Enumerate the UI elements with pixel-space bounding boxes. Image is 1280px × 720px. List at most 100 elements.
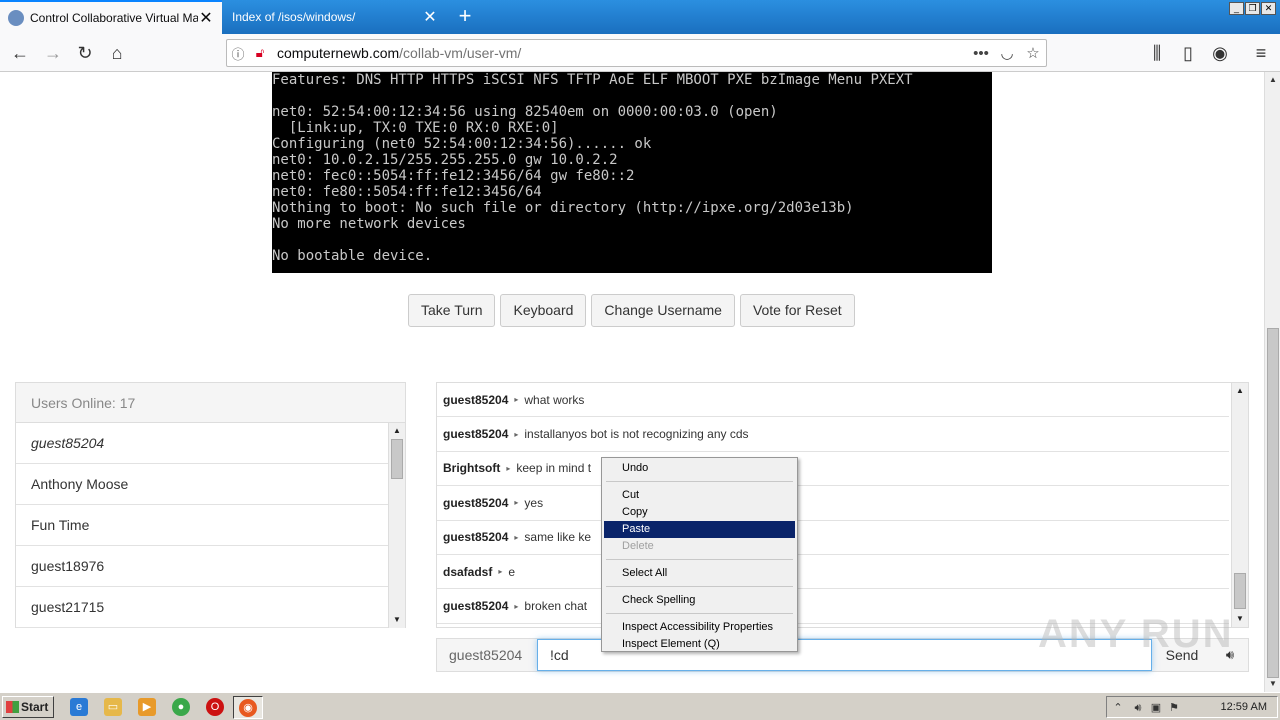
vm-screen[interactable]: http://ipxe.orgFeatures: DNS HTTP HTTPS … [272,72,992,273]
scroll-down-icon[interactable]: ▼ [389,612,405,628]
users-online-header: Users Online: 17 [16,383,405,423]
user-list-item[interactable]: Anthony Moose [16,464,390,505]
arrow-icon: ▸ [506,463,511,473]
chat-nick: guest85204 [443,495,509,510]
chat-text: broken chat [524,599,588,614]
scroll-up-icon[interactable]: ▲ [1265,72,1280,88]
account-icon[interactable]: ◉ [1207,41,1233,65]
page-actions-icon[interactable]: ••• [968,45,994,62]
folder-icon[interactable]: ▭ [104,698,122,716]
users-scrollbar[interactable]: ▲ ▼ [388,423,405,628]
page-scrollbar[interactable]: ▲ ▼ [1264,72,1280,692]
terminal-line: net0: fe80::5054:ff:fe12:3456/64 [272,184,542,200]
library-icon[interactable]: ⫼ [1144,41,1170,65]
menu-item-copy[interactable]: Copy [604,504,795,521]
close-icon[interactable]: ✕ [198,8,214,28]
change-username-button[interactable]: Change Username [591,294,735,327]
globe-icon [8,10,24,26]
url-text[interactable]: computernewb.com/collab-vm/user-vm/ [271,45,968,61]
url-bar[interactable]: ⓘ 🔓︎ computernewb.com/collab-vm/user-vm/… [226,39,1047,67]
chat-message: guest85204 ▸ what works [437,383,1229,418]
taskbar: Start e ▭ ▶ ● O ◉ ⌃ 🔊︎ ▣ ⚑ 12:59 AM [0,692,1280,720]
opera-icon[interactable]: O [206,698,224,716]
arrow-icon: ▸ [514,395,519,405]
menu-icon[interactable]: ≡ [1248,41,1274,65]
chat-text: e [508,564,516,579]
speaker-icon[interactable]: 🔊︎ [1131,701,1145,715]
terminal-line: Features: DNS HTTP HTTPS iSCSI NFS TFTP … [272,72,913,88]
chat-text: same like ke [524,530,592,545]
start-label: Start [21,700,49,714]
scroll-down-icon[interactable]: ▼ [1265,676,1280,692]
vote-reset-button[interactable]: Vote for Reset [739,294,855,327]
insecure-lock-icon[interactable]: 🔓︎ [249,45,271,61]
info-icon[interactable]: ⓘ [227,44,249,63]
take-turn-button[interactable]: Take Turn [408,294,496,327]
chat-text: yes [524,495,544,510]
scroll-up-icon[interactable]: ▲ [389,423,405,439]
menu-item-cut[interactable]: Cut [604,487,795,504]
tab-title: Control Collaborative Virtual Machi [30,11,198,25]
tab-strip: Control Collaborative Virtual Machi ✕ In… [0,0,1280,34]
chat-message: Brightsoft ▸ keep in mind t [437,452,1229,487]
start-button[interactable]: Start [2,696,54,718]
menu-item-select-all[interactable]: Select All [604,565,795,582]
menu-divider [606,559,793,560]
arrow-icon: ▸ [514,601,519,611]
new-tab-button[interactable]: + [452,4,478,30]
keyboard-button[interactable]: Keyboard [500,294,587,327]
scroll-thumb[interactable] [1267,328,1279,678]
terminal-line: No more network devices [272,216,466,232]
chat-scrollbar[interactable]: ▲ ▼ [1231,383,1248,627]
chat-nick: dsafadsf [443,564,493,579]
scroll-thumb[interactable] [1234,573,1246,609]
minimize-button[interactable]: _ [1229,2,1244,15]
close-icon[interactable]: ✕ [422,7,438,27]
bookmark-star-icon[interactable]: ☆ [1020,44,1046,62]
menu-item-paste[interactable]: Paste [604,521,795,538]
menu-item-check-spelling[interactable]: Check Spelling [604,592,795,609]
home-button[interactable]: ⌂ [104,41,130,65]
chat-username-label: guest85204 [449,647,523,663]
menu-item-inspect-accessibility[interactable]: Inspect Accessibility Properties [604,619,795,636]
scroll-down-icon[interactable]: ▼ [1232,611,1248,627]
chat-nick: guest85204 [443,530,509,545]
menu-item-delete: Delete [622,540,654,552]
terminal-line: net0: 52:54:00:12:34:56 using 82540em on… [272,104,778,120]
network-icon[interactable]: ▣ [1149,701,1163,715]
menu-item-undo[interactable]: Undo [604,460,795,477]
user-list-item[interactable]: guest85204 [16,423,390,464]
tray-expand-icon[interactable]: ⌃ [1111,701,1125,715]
windows-logo-icon [6,701,19,713]
media-player-icon[interactable]: ▶ [138,698,156,716]
tab-index-isos[interactable]: Index of /isos/windows/ ✕ [224,0,446,34]
user-list-item[interactable]: guest21715 [16,587,390,628]
arrow-icon: ▸ [514,429,519,439]
tab-collab-vm[interactable]: Control Collaborative Virtual Machi ✕ [0,0,222,34]
terminal-line: No bootable device. [272,248,433,264]
clock[interactable]: 12:59 AM [1221,701,1267,713]
firefox-taskbar-button[interactable]: ◉ [233,696,263,719]
close-window-button[interactable]: ✕ [1261,2,1276,15]
chat-message: guest85204 ▸ installanyos bot is not recog… [437,417,1229,452]
back-button[interactable]: ← [7,41,33,65]
user-list-item[interactable]: guest18976 [16,546,390,587]
flag-icon[interactable]: ⚑ [1167,701,1181,715]
arrow-icon: ▸ [514,498,519,508]
menu-item-inspect-element[interactable]: Inspect Element (Q) [604,636,795,653]
sidebar-icon[interactable]: ▯ [1175,41,1201,65]
forward-button[interactable]: → [40,41,66,65]
scroll-up-icon[interactable]: ▲ [1232,383,1248,399]
user-list-item[interactable]: Fun Time [16,505,390,546]
ie-icon[interactable]: e [70,698,88,716]
restore-button[interactable]: ❐ [1245,2,1260,15]
menu-divider [606,586,793,587]
terminal-line: Nothing to boot: No such file or directo… [272,200,854,216]
scroll-thumb[interactable] [391,439,403,479]
reload-button[interactable]: ↻ [72,41,98,65]
vm-button-group: Take Turn Keyboard Change Username Vote … [408,294,855,327]
pocket-icon[interactable]: ◡ [994,44,1020,62]
chrome-icon[interactable]: ● [172,698,190,716]
